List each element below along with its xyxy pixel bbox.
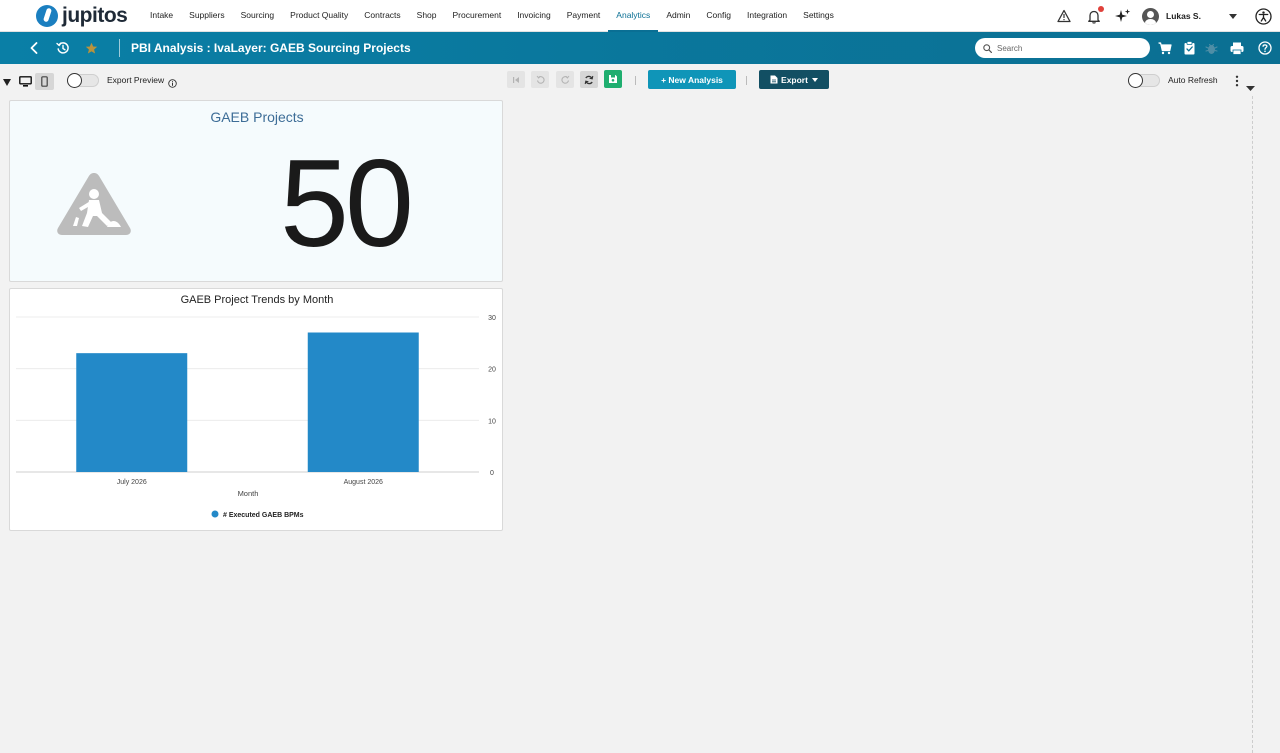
export-button[interactable]: Export (759, 70, 829, 89)
page-title: PBI Analysis : IvaLayer: GAEB Sourcing P… (131, 41, 411, 55)
nav-item-intake[interactable]: Intake (142, 0, 181, 32)
y-tick-label: 30 (488, 315, 496, 322)
save-icon[interactable] (604, 70, 622, 88)
cart-icon[interactable] (1154, 37, 1176, 59)
auto-refresh-toggle[interactable] (1128, 73, 1160, 88)
canvas-boundary (1252, 96, 1253, 753)
new-analysis-button[interactable]: + New Analysis (648, 70, 736, 89)
nav-item-analytics[interactable]: Analytics (608, 0, 659, 32)
logo-mark (36, 4, 58, 27)
main-menu: Intake Suppliers Sourcing Product Quality Co… (142, 0, 842, 32)
notification-dot (1098, 6, 1104, 12)
export-preview-label: Export Preview (107, 75, 165, 85)
search-input[interactable] (997, 43, 1137, 53)
toggle-knob (67, 73, 82, 88)
legend-label: # Executed GAEB BPMs (223, 512, 304, 519)
notification-bell-icon[interactable] (1083, 5, 1105, 27)
nav-item-config[interactable]: Config (698, 0, 739, 32)
logo-text: jupitos (62, 3, 128, 27)
bar-2[interactable] (307, 332, 419, 473)
clipboard-check-icon[interactable] (1178, 37, 1200, 59)
bug-icon[interactable] (1200, 37, 1222, 59)
collapse-caret-icon[interactable] (3, 73, 11, 91)
title-bar-actions (1154, 37, 1280, 59)
toggle-knob (1128, 73, 1143, 88)
options-chevron-down-icon[interactable] (1246, 78, 1255, 96)
bar-1[interactable] (76, 353, 188, 472)
nav-item-integration[interactable]: Integration (739, 0, 795, 32)
y-tick-label: 20 (488, 367, 496, 374)
auto-refresh-switch[interactable] (1128, 73, 1160, 88)
nav-item-admin[interactable]: Admin (658, 0, 698, 32)
nav-item-contracts[interactable]: Contracts (356, 0, 408, 32)
top-navigation: jupitos Intake Suppliers Sourcing Product Q… (0, 0, 1280, 32)
help-icon[interactable] (1254, 37, 1276, 59)
y-tick-label: 10 (488, 418, 496, 425)
kpi-card[interactable]: GAEB Projects 50 (9, 100, 503, 282)
info-icon[interactable] (168, 75, 177, 93)
chart-card[interactable]: GAEB Project Trends by Month 0 10 20 30 July… (9, 288, 503, 531)
export-file-icon (770, 75, 778, 84)
bar-chart: 0 10 20 30 July 2026 August 2026 Month # Execut… (16, 315, 496, 519)
device-toggle (16, 73, 55, 90)
user-name[interactable]: Lukas S. (1166, 11, 1216, 21)
warning-icon[interactable] (1053, 5, 1075, 27)
nav-item-invoicing[interactable]: Invoicing (509, 0, 559, 32)
app-logo[interactable]: jupitos (36, 0, 132, 32)
undo-icon[interactable] (531, 71, 549, 88)
export-label: Export (781, 74, 808, 85)
more-options-icon[interactable] (1234, 74, 1240, 92)
title-separator (119, 39, 120, 57)
nav-item-procurement[interactable]: Procurement (445, 0, 510, 32)
desktop-view-icon[interactable] (16, 73, 35, 90)
accessibility-icon[interactable] (1252, 5, 1274, 27)
nav-item-payment[interactable]: Payment (559, 0, 609, 32)
nav-item-shop[interactable]: Shop (409, 0, 445, 32)
kpi-value: 50 (280, 135, 414, 273)
nav-item-sourcing[interactable]: Sourcing (233, 0, 283, 32)
nav-right: Lukas S. (1053, 0, 1280, 32)
kpi-title: GAEB Projects (210, 109, 304, 125)
toolbar-divider (746, 76, 747, 85)
export-preview-switch[interactable] (67, 73, 99, 88)
redo-icon[interactable] (556, 71, 574, 88)
search-box[interactable] (975, 38, 1150, 58)
toolbar-divider (635, 76, 636, 85)
export-preview-toggle[interactable] (67, 73, 99, 88)
mobile-view-icon[interactable] (35, 73, 54, 90)
user-avatar[interactable] (1142, 7, 1159, 25)
auto-refresh-label: Auto Refresh (1168, 75, 1218, 85)
export-chevron-down-icon (811, 77, 818, 82)
search-icon (983, 43, 992, 53)
nav-item-product-quality[interactable]: Product Quality (282, 0, 356, 32)
road-work-icon (55, 169, 133, 244)
ai-sparkle-icon[interactable] (1112, 5, 1134, 27)
legend-swatch (211, 510, 219, 518)
user-menu-chevron-down-icon[interactable] (1222, 5, 1244, 27)
first-page-icon[interactable] (507, 71, 525, 88)
page-title-bar: PBI Analysis : IvaLayer: GAEB Sourcing P… (0, 32, 1280, 64)
refresh-icon[interactable] (580, 71, 598, 88)
back-chevron-icon[interactable] (23, 37, 45, 59)
print-icon[interactable] (1226, 37, 1248, 59)
x-tick-label: August 2026 (344, 479, 383, 486)
history-icon[interactable] (52, 37, 74, 59)
analysis-toolbar: Export Preview + New Analysis Export Aut… (0, 64, 1280, 96)
favorite-star-icon[interactable] (80, 37, 102, 59)
x-axis-label: Month (238, 489, 259, 498)
nav-item-settings[interactable]: Settings (795, 0, 842, 32)
y-tick-label: 0 (490, 470, 494, 477)
nav-item-suppliers[interactable]: Suppliers (181, 0, 232, 32)
x-tick-label: July 2026 (117, 479, 147, 486)
